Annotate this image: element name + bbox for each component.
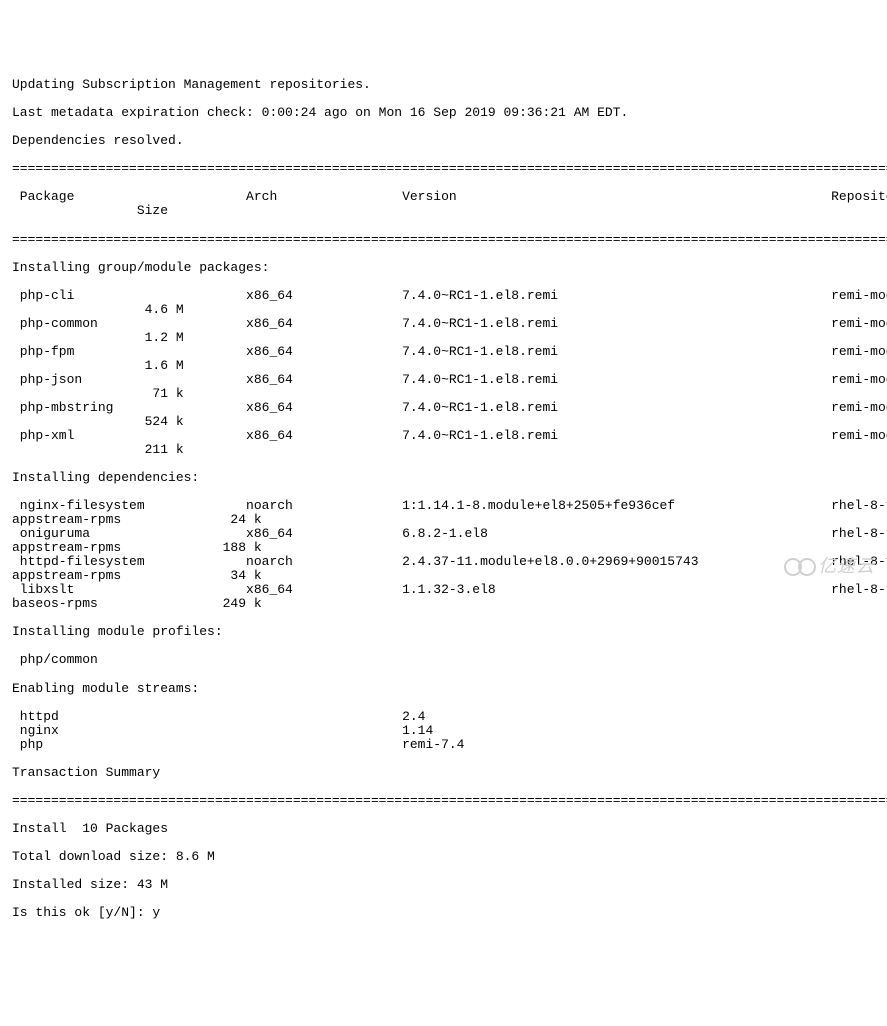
separator: ========================================… xyxy=(12,162,875,176)
footer-line: Installed size: 43 M xyxy=(12,878,875,892)
section-heading: Installing dependencies: xyxy=(12,471,875,485)
status-line: Dependencies resolved. xyxy=(12,134,875,148)
footer-line: Total download size: 8.6 M xyxy=(12,850,875,864)
section-heading: Enabling module streams: xyxy=(12,682,875,696)
footer-line: Install 10 Packages xyxy=(12,822,875,836)
table-header: Package Arch Version Repository Size xyxy=(12,190,875,218)
status-line: Updating Subscription Management reposit… xyxy=(12,78,875,92)
section-heading: Transaction Summary xyxy=(12,766,875,780)
section-heading: Installing module profiles: xyxy=(12,625,875,639)
separator: ========================================… xyxy=(12,794,875,808)
dependencies-block: nginx-filesystem noarch 1:1.14.1-8.modul… xyxy=(12,499,875,611)
prompt-line[interactable]: Is this ok [y/N]: y xyxy=(12,906,875,920)
streams-block: httpd 2.4 nginx 1.14 php remi-7.4 xyxy=(12,710,875,752)
separator: ========================================… xyxy=(12,233,875,247)
section-heading: Installing group/module packages: xyxy=(12,261,875,275)
profiles-block: php/common xyxy=(12,653,875,667)
status-line: Last metadata expiration check: 0:00:24 … xyxy=(12,106,875,120)
group-packages-block: php-cli x86_64 7.4.0~RC1-1.el8.remi remi… xyxy=(12,289,875,457)
